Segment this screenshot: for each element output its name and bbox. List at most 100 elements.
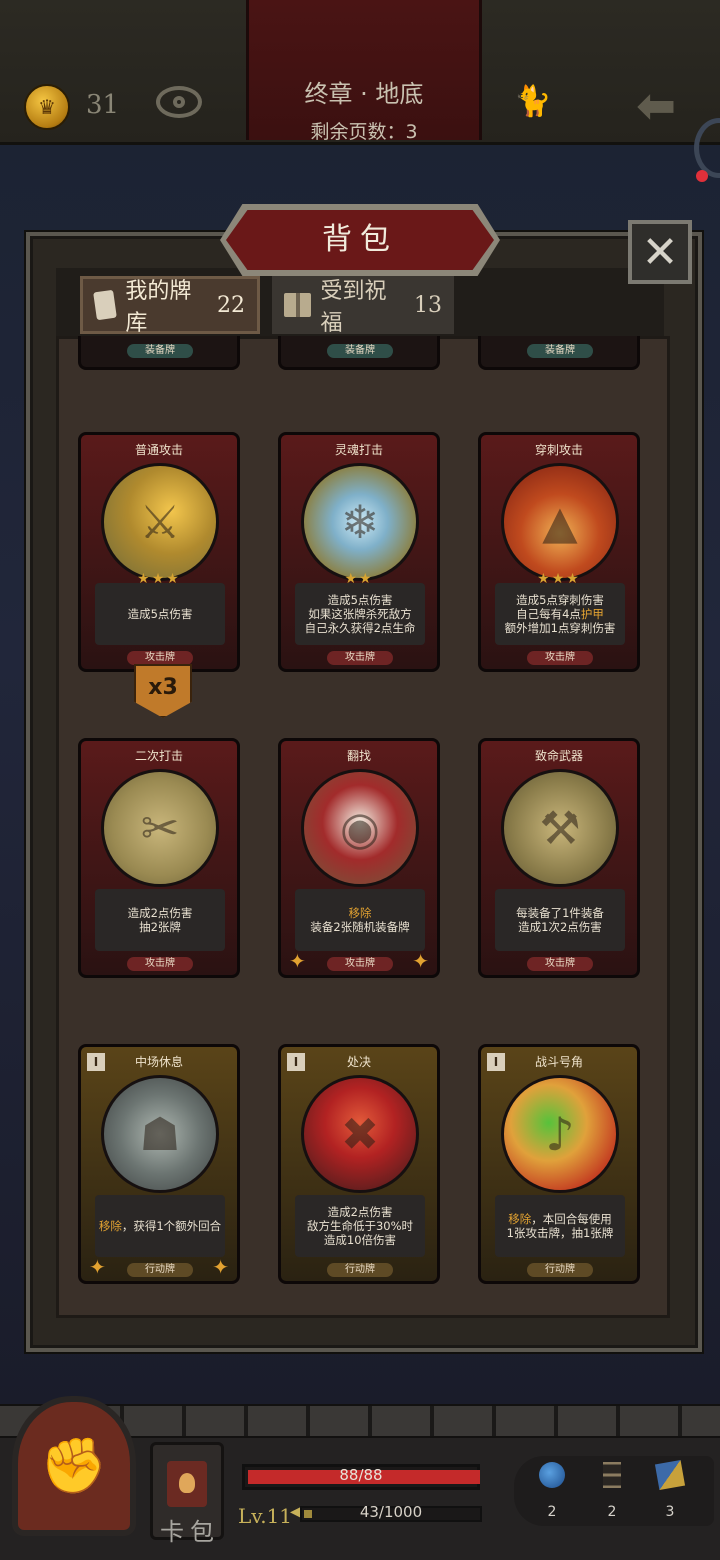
close-button[interactable]: ✕ bbox=[628, 220, 692, 284]
horn-icon: ♪ bbox=[501, 1075, 619, 1193]
tab-label: 受到祝福 bbox=[320, 279, 387, 336]
deck-label: 卡包 bbox=[160, 1518, 220, 1546]
card-description-line: 装备2张随机装备牌 bbox=[310, 920, 410, 934]
cards-icon bbox=[654, 1459, 686, 1491]
card-7[interactable]: 中场休息 I ☗ 移除，获得1个额外回合 行动牌 ✦ ✦ bbox=[78, 1044, 240, 1284]
card-cost-icon: I bbox=[87, 1053, 105, 1071]
resource-potion[interactable]: 2 bbox=[532, 1462, 572, 1520]
resource-hourglass[interactable]: 2 bbox=[592, 1462, 632, 1520]
weapons-icon: ⚒ bbox=[501, 769, 619, 887]
card-description: 移除，本回合每使用 1张攻击牌，抽1张牌 bbox=[495, 1195, 625, 1257]
card-description-line: 抽2张牌 bbox=[139, 920, 181, 934]
card-description-line: 自己永久获得2点生命 bbox=[304, 621, 416, 635]
partial-card[interactable]: 装备牌 bbox=[78, 336, 240, 370]
card-art-glyph: ⚒ bbox=[539, 801, 581, 855]
resource-value: 3 bbox=[665, 1504, 675, 1520]
coin-icon: ♛ bbox=[24, 84, 70, 130]
card-description-line: 移除，本回合每使用 bbox=[508, 1212, 612, 1226]
tab-label: 我的牌库 bbox=[125, 279, 192, 336]
card-type: 装备牌 bbox=[327, 344, 393, 358]
card-description-line: 如果这张牌杀死敌方 bbox=[308, 607, 412, 621]
card-description: 造成5点伤害 如果这张牌杀死敌方 自己永久获得2点生命 bbox=[295, 583, 425, 645]
level-label: Lv.11 bbox=[238, 1504, 293, 1528]
gift-icon bbox=[284, 293, 311, 317]
card-name: 二次打击 bbox=[134, 749, 183, 763]
card-type: 行动牌 bbox=[527, 1263, 593, 1277]
hooded-figure-icon: ☗ bbox=[101, 1075, 219, 1193]
back-arrow-icon[interactable]: ⬅ bbox=[636, 78, 676, 134]
card-description-line: 造成5点伤害 bbox=[327, 593, 393, 607]
spikes-icon: ▲ bbox=[501, 463, 619, 581]
hp-text: 88/88 bbox=[339, 1466, 383, 1484]
card-description-line: 造成1次2点伤害 bbox=[518, 920, 602, 934]
card-pack-icon bbox=[167, 1461, 207, 1507]
rune-icon: ✦ bbox=[412, 949, 429, 973]
card-6[interactable]: 致命武器 ⚒ 每装备了1件装备 造成1次2点伤害 攻击牌 bbox=[478, 738, 640, 978]
card-description: 移除，获得1个额外回合 bbox=[95, 1195, 225, 1257]
card-art-glyph: ✖ bbox=[340, 1107, 380, 1161]
card-cost-icon: I bbox=[487, 1053, 505, 1071]
tab-count: 13 bbox=[414, 292, 442, 318]
card-name: 翻找 bbox=[346, 749, 371, 763]
card-description-line: 移除，获得1个额外回合 bbox=[98, 1219, 222, 1233]
card-art-glyph: ❄ bbox=[340, 495, 380, 549]
eye-icon[interactable] bbox=[156, 86, 202, 118]
resource-value: 2 bbox=[607, 1504, 617, 1520]
card-description-line: 敌方生命低于30%时 bbox=[306, 1219, 414, 1233]
card-2[interactable]: 灵魂打击 ❄ ★★ 造成5点伤害 如果这张牌杀死敌方 自己永久获得2点生命 攻击牌 bbox=[278, 432, 440, 672]
fist-icon: ✊ bbox=[40, 1434, 108, 1497]
card-description-line: 额外增加1点穿刺伤害 bbox=[504, 621, 616, 635]
hood-girl-icon: ◉ bbox=[301, 769, 419, 887]
chapter-banner: 终章 · 地底 剩余页数：3 bbox=[246, 0, 482, 143]
card-1[interactable]: 普通攻击 ⚔ ★★★ 造成5点伤害 攻击牌 bbox=[78, 432, 240, 672]
card-art-glyph: ◉ bbox=[339, 801, 381, 855]
card-name: 致命武器 bbox=[534, 749, 583, 763]
card-name: 穿刺攻击 bbox=[534, 443, 583, 457]
coin-count: 31 bbox=[86, 90, 120, 120]
card-description-line: 每装备了1件装备 bbox=[516, 906, 604, 920]
hourglass-icon bbox=[603, 1462, 621, 1488]
daggers-icon: ✂ bbox=[101, 769, 219, 887]
tab-my-deck[interactable]: 我的牌库 22 bbox=[80, 276, 260, 336]
card-type: 行动牌 bbox=[127, 1263, 193, 1277]
card-5[interactable]: 翻找 ◉ 移除 装备2张随机装备牌 攻击牌 ✦ ✦ bbox=[278, 738, 440, 978]
card-type: 装备牌 bbox=[527, 344, 593, 358]
rune-icon: ✦ bbox=[212, 1255, 229, 1279]
card-description-line: 自己每有4点护甲 bbox=[516, 607, 604, 621]
tab-blessings[interactable]: 受到祝福 13 bbox=[272, 276, 454, 336]
card-description-line: 移除 bbox=[348, 906, 372, 920]
card-description: 移除 装备2张随机装备牌 bbox=[295, 889, 425, 951]
ice-shard-icon: ❄ bbox=[301, 463, 419, 581]
card-type: 攻击牌 bbox=[127, 651, 193, 665]
card-type: 行动牌 bbox=[327, 1263, 393, 1277]
hero-portrait[interactable]: ✊ bbox=[12, 1396, 136, 1536]
card-art-glyph: ☗ bbox=[139, 1107, 181, 1161]
card-3[interactable]: 穿刺攻击 ▲ ★★★ 造成5点穿刺伤害 自己每有4点护甲 额外增加1点穿刺伤害 攻击牌 bbox=[478, 432, 640, 672]
card-description-line: 造成2点伤害 bbox=[127, 906, 193, 920]
resource-cards[interactable]: 3 bbox=[650, 1459, 690, 1520]
card-name: 普通攻击 bbox=[134, 443, 183, 457]
cards-icon bbox=[93, 289, 118, 321]
card-description: 造成2点伤害 敌方生命低于30%时 造成10倍伤害 bbox=[295, 1195, 425, 1257]
panel-title: 背包 bbox=[322, 222, 398, 257]
card-type: 攻击牌 bbox=[327, 651, 393, 665]
card-art-glyph: ▲ bbox=[542, 495, 578, 549]
card-4[interactable]: 二次打击 ✂ 造成2点伤害 抽2张牌攻击牌 bbox=[78, 738, 240, 978]
resource-value: 2 bbox=[547, 1504, 557, 1520]
card-type: 攻击牌 bbox=[127, 957, 193, 971]
card-8[interactable]: 处决 I ✖ 造成2点伤害 敌方生命低于30%时 造成10倍伤害 行动牌 bbox=[278, 1044, 440, 1284]
card-cost-icon: I bbox=[287, 1053, 305, 1071]
card-name: 中场休息 bbox=[134, 1055, 183, 1069]
notification-dot bbox=[696, 170, 708, 182]
card-type: 攻击牌 bbox=[327, 957, 393, 971]
partial-card[interactable]: 装备牌 bbox=[478, 336, 640, 370]
rune-icon: ✦ bbox=[289, 949, 306, 973]
card-9[interactable]: 战斗号角 I ♪ 移除，本回合每使用 1张攻击牌，抽1张牌 行动牌 bbox=[478, 1044, 640, 1284]
card-type: 攻击牌 bbox=[527, 651, 593, 665]
partial-card[interactable]: 装备牌 bbox=[278, 336, 440, 370]
card-description: 造成5点伤害 bbox=[95, 583, 225, 645]
xp-text: 43/1000 bbox=[359, 1503, 423, 1521]
card-description-line: 造成10倍伤害 bbox=[323, 1233, 397, 1247]
cats-icon[interactable]: 🐈 bbox=[514, 84, 551, 119]
card-type: 装备牌 bbox=[127, 344, 193, 358]
